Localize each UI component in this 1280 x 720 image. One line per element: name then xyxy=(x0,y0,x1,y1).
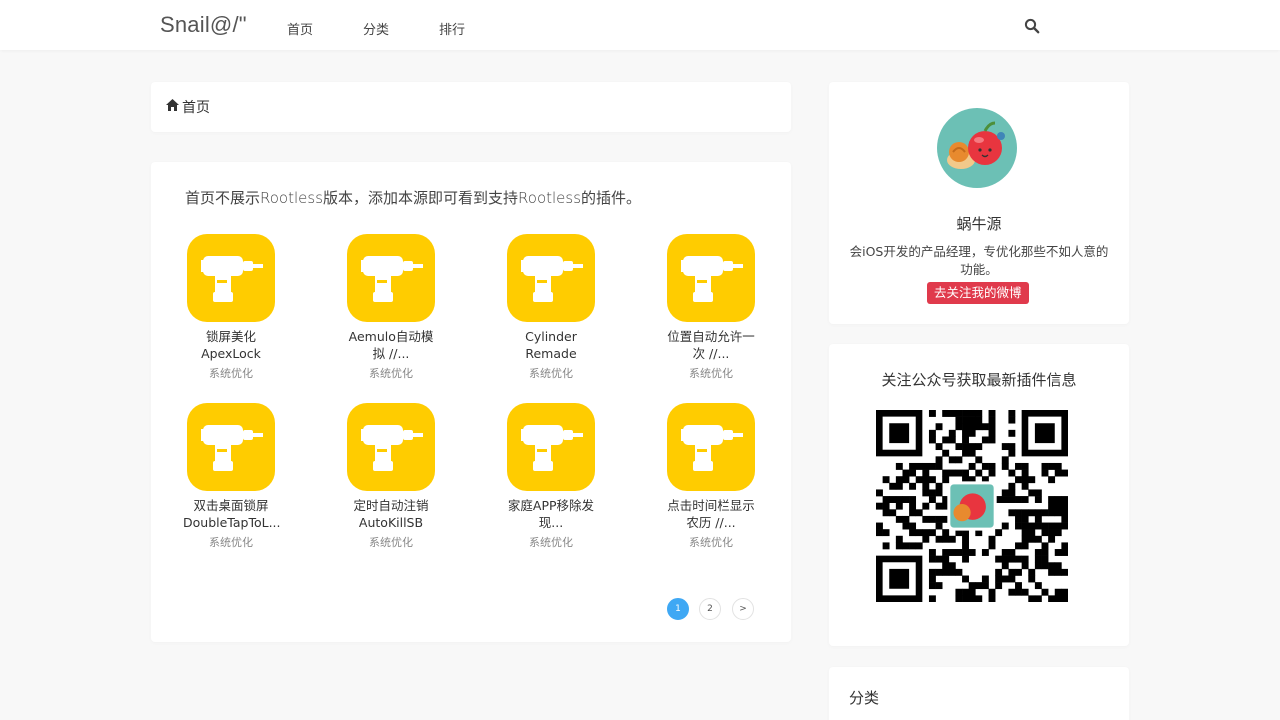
plugin-tile[interactable]: 位置自动允许一次 //... 系统优化 xyxy=(651,234,771,381)
plugin-tile[interactable]: 锁屏美化 ApexLock 系统优化 xyxy=(171,234,291,381)
nav-categories[interactable]: 分类 xyxy=(363,19,389,38)
page-1-button[interactable]: 1 xyxy=(667,598,689,620)
profile-name: 蜗牛源 xyxy=(956,215,1002,233)
drill-icon xyxy=(347,234,435,322)
plugin-category: 系统优化 xyxy=(529,367,573,380)
plugin-tile[interactable]: 双击桌面锁屏 DoubleTapToL... 系统优化 xyxy=(171,403,291,550)
breadcrumb-home[interactable]: 首页 xyxy=(182,97,210,117)
drill-icon xyxy=(347,403,435,491)
site-logo[interactable]: Snail@/" xyxy=(160,12,247,38)
plugin-category: 系统优化 xyxy=(209,536,253,549)
plugin-category: 系统优化 xyxy=(369,536,413,549)
qr-card: 关注公众号获取最新插件信息 xyxy=(829,344,1129,646)
plugin-tile[interactable]: Aemulo自动模拟 //... 系统优化 xyxy=(331,234,451,381)
follow-weibo-button[interactable]: 去关注我的微博 xyxy=(927,282,1029,304)
drill-icon xyxy=(187,234,275,322)
plugin-category: 系统优化 xyxy=(689,536,733,549)
plugin-tile[interactable]: 家庭APP移除发现... 系统优化 xyxy=(491,403,611,550)
plugin-name: 双击桌面锁屏 DoubleTapToL... xyxy=(183,498,281,530)
breadcrumb: 首页 xyxy=(151,82,791,132)
drill-icon xyxy=(187,403,275,491)
drill-icon xyxy=(507,234,595,322)
plugin-name: 点击时间栏显示农历 //... xyxy=(667,498,755,530)
plugin-category: 系统优化 xyxy=(369,367,413,380)
qr-code-icon xyxy=(876,410,1068,602)
plugin-name: Aemulo自动模拟 //... xyxy=(348,329,434,361)
next-page-button[interactable]: > xyxy=(732,598,754,620)
avatar xyxy=(937,108,1017,188)
plugin-category: 系统优化 xyxy=(529,536,573,549)
categories-title: 分类 xyxy=(849,689,880,707)
plugin-category: 系统优化 xyxy=(689,367,733,380)
plugin-name: Cylinder Remade xyxy=(525,329,577,361)
plugin-tile[interactable]: Cylinder Remade 系统优化 xyxy=(491,234,611,381)
categories-card: 分类 xyxy=(829,667,1129,720)
drill-icon xyxy=(667,234,755,322)
page-2-button[interactable]: 2 xyxy=(699,598,721,620)
profile-bio: 会iOS开发的产品经理，专优化那些不如人意的功能。 xyxy=(849,244,1109,277)
nav-ranking[interactable]: 排行 xyxy=(439,19,465,38)
qr-title: 关注公众号获取最新插件信息 xyxy=(881,371,1077,389)
home-icon xyxy=(166,99,179,111)
drill-icon xyxy=(507,403,595,491)
profile-card: 蜗牛源 会iOS开发的产品经理，专优化那些不如人意的功能。 去关注我的微博 xyxy=(829,82,1129,324)
plugin-name: 位置自动允许一次 //... xyxy=(667,329,755,361)
nav-home[interactable]: 首页 xyxy=(287,19,313,38)
plugin-tile[interactable]: 点击时间栏显示农历 //... 系统优化 xyxy=(651,403,771,550)
plugin-category: 系统优化 xyxy=(209,367,253,380)
plugin-name: 定时自动注销 AutoKillSB xyxy=(353,498,429,530)
drill-icon xyxy=(667,403,755,491)
plugin-name: 锁屏美化 ApexLock xyxy=(201,329,261,361)
plugin-name: 家庭APP移除发现... xyxy=(507,498,595,530)
rootless-notice: 首页不展示Rootless版本，添加本源即可看到支持Rootless的插件。 xyxy=(185,189,642,207)
plugin-tile[interactable]: 定时自动注销 AutoKillSB 系统优化 xyxy=(331,403,451,550)
search-icon[interactable] xyxy=(1024,18,1040,34)
plugin-list-card: 首页不展示Rootless版本，添加本源即可看到支持Rootless的插件。 锁… xyxy=(151,162,791,642)
top-navbar: Snail@/" 首页 分类 排行 xyxy=(0,0,1280,50)
